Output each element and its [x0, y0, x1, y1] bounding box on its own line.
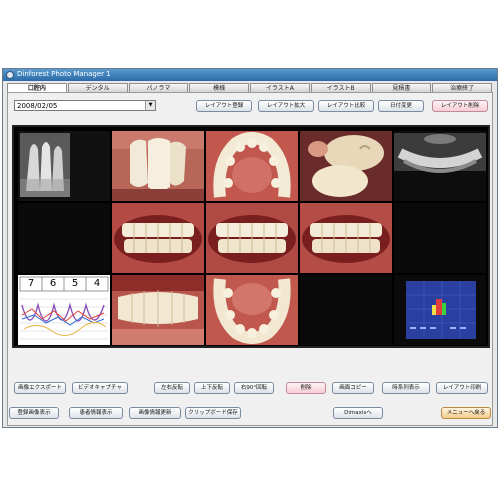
- update-image-info-button[interactable]: 画像情報更新: [129, 407, 181, 419]
- date-select[interactable]: 2008/02/05 ▼: [14, 100, 156, 111]
- date-change-button[interactable]: 日付変更: [378, 100, 424, 112]
- window-title: Dinforest Photo Manager 1: [17, 70, 111, 78]
- app-icon: [6, 71, 14, 79]
- upper-arch-occlusal-photo[interactable]: [206, 131, 298, 201]
- dental-xray-photo[interactable]: [18, 131, 110, 201]
- export-image-button[interactable]: 画像エクスポート: [14, 382, 66, 394]
- chevron-down-icon[interactable]: ▼: [145, 101, 155, 110]
- tab-illust-b[interactable]: イラストB: [310, 83, 371, 92]
- flip-vertical-button[interactable]: 上下反転: [194, 382, 230, 394]
- layout-delete-button[interactable]: レイアウト削除: [432, 100, 488, 112]
- dimaxis-button[interactable]: Dimaxisへ: [333, 407, 383, 419]
- main-panel: 2008/02/05 ▼ レイアウト登録 レイアウト拡大 レイアウト比較 日付変…: [7, 92, 493, 426]
- layout-register-button[interactable]: レイアウト登録: [196, 100, 252, 112]
- molar-closeup-photo[interactable]: [300, 131, 392, 201]
- tab-illust-a[interactable]: イラストA: [250, 83, 310, 92]
- timeline-view-button[interactable]: 時系列表示: [382, 382, 430, 394]
- tooth-number: 7: [27, 278, 35, 289]
- tab-estimate[interactable]: 見積書: [371, 83, 432, 92]
- empty-slot[interactable]: [300, 275, 392, 345]
- tab-model[interactable]: 模様: [189, 83, 249, 92]
- registered-images-button[interactable]: 登録画像表示: [9, 407, 59, 419]
- tab-panorama[interactable]: パノラマ: [128, 83, 189, 92]
- delete-button[interactable]: 削除: [286, 382, 326, 394]
- clipboard-save-button[interactable]: クリップボード保存: [185, 407, 241, 419]
- layout-compare-button[interactable]: レイアウト比較: [318, 100, 374, 112]
- back-to-menu-button[interactable]: メニューへ戻る: [441, 407, 491, 419]
- right-bite-photo[interactable]: [112, 203, 204, 273]
- lower-teeth-photo[interactable]: [112, 275, 204, 345]
- layout-print-button[interactable]: レイアウト印刷: [436, 382, 488, 394]
- panoramic-xray-photo[interactable]: [394, 131, 486, 201]
- photo-grid: 7 6 5 4: [12, 125, 490, 348]
- layout-enlarge-button[interactable]: レイアウト拡大: [258, 100, 314, 112]
- empty-slot[interactable]: [394, 203, 486, 273]
- title-bar: Dinforest Photo Manager 1: [3, 69, 497, 81]
- tooth-number: 5: [71, 278, 79, 289]
- tab-intraoral[interactable]: 口腔内: [7, 83, 67, 92]
- tab-dental[interactable]: デンタル: [67, 83, 128, 92]
- tooth-number: 4: [93, 278, 101, 289]
- rotate-right-button[interactable]: 右90°回転: [234, 382, 274, 394]
- video-capture-button[interactable]: ビデオキャプチャ: [72, 382, 128, 394]
- tooth-number: 6: [49, 278, 57, 289]
- empty-slot[interactable]: [18, 203, 110, 273]
- periodontal-chart[interactable]: 7 6 5 4: [18, 275, 110, 345]
- lower-arch-occlusal-photo[interactable]: [206, 275, 298, 345]
- left-bite-photo[interactable]: [300, 203, 392, 273]
- app-window: Dinforest Photo Manager 1 口腔内 デンタル パノラマ …: [2, 68, 498, 428]
- blue-diagnostic-chart[interactable]: [394, 275, 486, 345]
- screen-copy-button[interactable]: 画面コピー: [332, 382, 374, 394]
- tab-treatment-end[interactable]: 治療終了: [432, 83, 492, 92]
- flip-horizontal-button[interactable]: 左右反転: [154, 382, 190, 394]
- frontal-bite-photo[interactable]: [206, 203, 298, 273]
- patient-info-button[interactable]: 患者情報表示: [69, 407, 123, 419]
- date-value: 2008/02/05: [17, 102, 58, 110]
- front-teeth-closeup-photo[interactable]: [112, 131, 204, 201]
